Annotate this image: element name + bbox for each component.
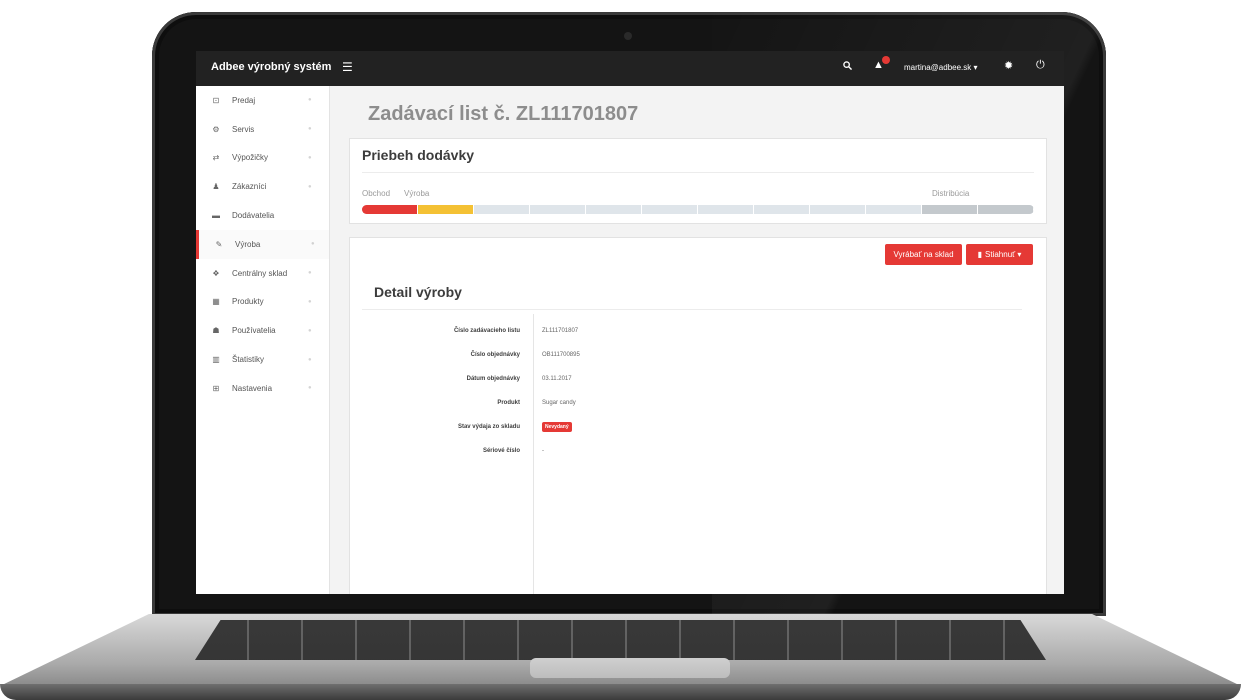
sidebar-item[interactable]: ▦ Produkty ● (196, 288, 329, 317)
power-icon[interactable]: ⏻ (1036, 59, 1045, 72)
stage-order: Obchod (362, 189, 391, 198)
laptop-base (0, 614, 1241, 700)
sidebar: ⊡ Predaj ● ⚙ Servis ● ⇄ Výpožičky ● ♟ Zákazníci ● ▬ D… (196, 86, 330, 594)
detail-value: 03.11.2017 (542, 376, 572, 382)
detail-value: Sugar candy (542, 400, 576, 406)
delivery-progress-bar (362, 205, 1034, 214)
menu-icon[interactable]: ☰ (342, 60, 353, 74)
sidebar-item[interactable]: ✎ Výroba ● (196, 229, 329, 259)
sidebar-item-label: Dodávatelia (232, 211, 275, 221)
detail-panel: Vyrábať na sklad ▮ Stiahnuť ▾ Detail výr… (349, 237, 1047, 594)
progress-segment (362, 205, 418, 214)
keyboard (195, 620, 1046, 660)
detail-label: Číslo objednávky (470, 352, 520, 358)
sidebar-item-label: Produkty (232, 297, 264, 307)
sidebar-item-label: Nastavenia (232, 383, 273, 393)
sidebar-item[interactable]: ⇄ Výpožičky ● (196, 144, 329, 173)
trackpad (530, 658, 730, 678)
sidebar-item[interactable]: ⊡ Predaj ● (196, 86, 329, 115)
detail-label: Produkt (497, 400, 520, 406)
progress-segment (642, 205, 698, 214)
chevron-icon: ● (311, 241, 315, 248)
sidebar-item-label: Centrálny sklad (232, 268, 288, 278)
person-icon: ♟ (212, 182, 220, 192)
sidebar-item-label: Výroba (235, 239, 261, 249)
cogs-icon: ⚙ (212, 124, 220, 134)
grid-icon: ▦ (212, 297, 220, 307)
detail-label: Dátum objednávky (466, 376, 520, 382)
progress-segment (474, 205, 530, 214)
search-icon[interactable] (843, 61, 852, 70)
brand-title[interactable]: Adbee výrobný systém (211, 61, 331, 73)
progress-segment (810, 205, 866, 214)
notification-badge (882, 56, 890, 64)
chevron-icon: ● (308, 385, 312, 392)
gear-icon[interactable]: ✹ (1004, 59, 1013, 72)
page-title: Zadávací list č. ZL111701807 (368, 103, 639, 125)
sidebar-item[interactable]: ❖ Centrálny sklad ● (196, 259, 329, 288)
chevron-icon: ● (308, 270, 312, 277)
sidebar-item[interactable]: ▥ Štatistiky ● (196, 345, 329, 374)
chevron-icon: ● (308, 356, 312, 363)
sidebar-item-label: Zákazníci (232, 182, 267, 192)
produce-to-stock-button[interactable]: Vyrábať na sklad (885, 244, 962, 265)
users-icon: ☗ (212, 326, 220, 336)
divider (362, 309, 1022, 310)
chevron-icon: ● (308, 97, 312, 104)
user-menu[interactable]: martina@adbee.sk ▾ (904, 63, 978, 72)
sidebar-item-label: Servis (232, 124, 255, 134)
laptop-base-edge (0, 684, 1241, 700)
sidebar-item-label: Výpožičky (232, 153, 269, 163)
stage-production: Výroba (404, 189, 430, 198)
progress-segment (530, 205, 586, 214)
progress-segment (418, 205, 474, 214)
detail-label: Číslo zadávacieho listu (453, 328, 520, 334)
chevron-icon: ● (308, 154, 312, 161)
wrench-icon: ✎ (215, 239, 223, 249)
sidebar-item[interactable]: ▬ Dodávatelia (196, 201, 329, 230)
detail-title: Detail výroby (374, 284, 462, 300)
sidebar-item-label: Predaj (232, 95, 256, 105)
progress-segment (978, 205, 1034, 214)
detail-value: - (542, 448, 544, 454)
file-icon: ▮ (977, 250, 983, 259)
sidebar-item-label: Štatistiky (232, 355, 265, 365)
cubes-icon: ❖ (212, 268, 220, 278)
divider (362, 172, 1034, 173)
sidebar-item[interactable]: ⊞ Nastavenia ● (196, 374, 329, 403)
download-dropdown-button[interactable]: ▮ Stiahnuť ▾ (966, 244, 1033, 265)
sidebar-item[interactable]: ♟ Zákazníci ● (196, 172, 329, 201)
chevron-icon: ● (308, 327, 312, 334)
progress-segment (866, 205, 922, 214)
stage-distribution: Distribúcia (932, 189, 970, 198)
progress-segment (922, 205, 978, 214)
delivery-title: Priebeh dodávky (362, 147, 475, 163)
bar-chart-icon: ▥ (212, 355, 220, 365)
progress-segment (754, 205, 810, 214)
chevron-icon: ● (308, 183, 312, 190)
sidebar-item[interactable]: ⚙ Servis ● (196, 115, 329, 144)
sidebar-item-label: Používatelia (232, 326, 276, 336)
exchange-icon: ⇄ (212, 153, 220, 163)
detail-label: Stav výdaja zo skladu (457, 424, 520, 430)
column-divider (533, 314, 534, 594)
detail-value: ZL111701807 (542, 328, 579, 334)
cash-icon: ⊡ (212, 95, 220, 105)
progress-segment (698, 205, 754, 214)
detail-label: Sériové číslo (482, 448, 520, 454)
chevron-icon: ● (308, 126, 312, 133)
chevron-icon: ● (308, 298, 312, 305)
progress-segment (586, 205, 642, 214)
detail-value: OB111700895 (542, 352, 580, 358)
camera (624, 32, 632, 40)
delivery-panel: Priebeh dodávky Obchod Výroba Distribúci… (349, 138, 1047, 224)
download-label: Stiahnuť ▾ (985, 250, 1022, 259)
truck-icon: ▬ (212, 211, 220, 221)
topbar: Adbee výrobný systém ☰ ▲ martina@adbee.s… (196, 51, 1064, 86)
plus-square-icon: ⊞ (212, 383, 220, 393)
sidebar-item[interactable]: ☗ Používatelia ● (196, 316, 329, 345)
status-badge: Nevydaný (542, 422, 572, 432)
app-screen: Adbee výrobný systém ☰ ▲ martina@adbee.s… (196, 51, 1064, 594)
